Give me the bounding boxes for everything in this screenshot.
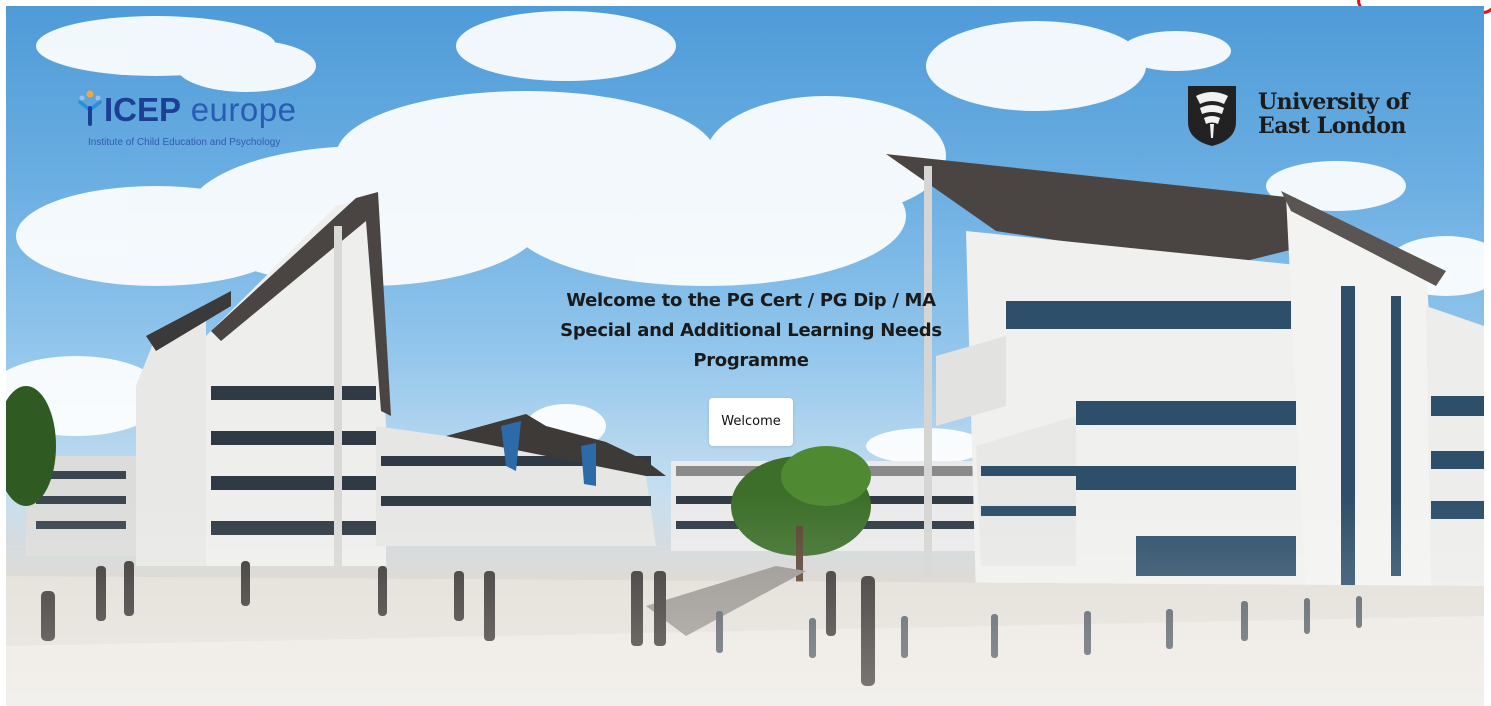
icep-figure-icon: [78, 90, 102, 126]
icep-europe-logo[interactable]: ICEP europe Institute of Child Education…: [74, 88, 324, 158]
uel-crest-icon: [1188, 86, 1236, 146]
icep-name-light: europe: [181, 91, 297, 128]
uel-name-line2: East London: [1258, 113, 1406, 139]
hero-content: Welcome to the PG Cert / PG Dip / MA Spe…: [536, 286, 966, 446]
icep-logo-wordmark: ICEP europe: [104, 92, 296, 128]
uel-name-line1: University of: [1258, 89, 1409, 115]
university-of-east-london-logo[interactable]: University of East London: [1186, 84, 1426, 154]
page: ICEP europe Institute of Child Education…: [0, 0, 1491, 706]
icep-name-bold: ICEP: [104, 91, 182, 128]
icep-tagline: Institute of Child Education and Psychol…: [88, 137, 281, 148]
hero-banner: ICEP europe Institute of Child Education…: [6, 6, 1484, 706]
welcome-button[interactable]: Welcome: [709, 398, 793, 446]
uel-wordmark: University of East London: [1258, 90, 1409, 138]
hero-title: Welcome to the PG Cert / PG Dip / MA Spe…: [560, 290, 942, 371]
